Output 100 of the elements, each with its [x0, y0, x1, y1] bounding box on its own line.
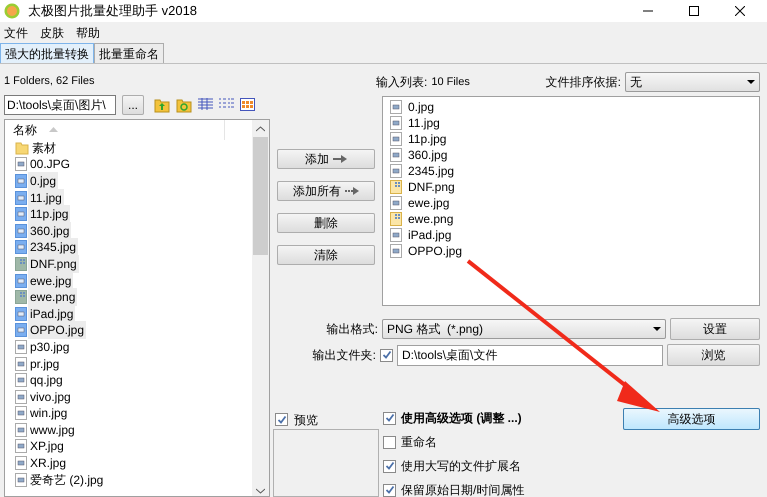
- file-name: 11.jpg: [28, 188, 64, 207]
- file-name: OPPO.jpg: [28, 321, 86, 340]
- output-folder-label: 输出文件夹:: [312, 347, 376, 364]
- option-label: 使用大写的文件扩展名: [401, 458, 521, 475]
- input-file-row[interactable]: 11p.jpg: [390, 131, 759, 147]
- action-button[interactable]: 添加所有: [277, 181, 375, 201]
- input-file-row[interactable]: 11.jpg: [390, 115, 759, 131]
- file-row[interactable]: 0.jpg: [5, 172, 252, 190]
- browse-folder-button[interactable]: 浏览: [667, 344, 760, 366]
- sort-label: 文件排序依据:: [546, 74, 621, 91]
- scroll-down-icon[interactable]: [256, 488, 265, 494]
- format-label: 输出格式:: [326, 321, 378, 338]
- input-file-row[interactable]: OPPO.jpg: [390, 243, 759, 259]
- option-checkbox[interactable]: [383, 412, 396, 424]
- column-header[interactable]: 名称: [13, 120, 37, 138]
- image-file-icon: [390, 148, 402, 162]
- file-row[interactable]: win.jpg: [5, 405, 252, 422]
- browse-button[interactable]: ...: [122, 94, 144, 114]
- menu-item[interactable]: 文件: [4, 24, 28, 42]
- details-view-icon[interactable]: [198, 98, 213, 111]
- option-checkbox[interactable]: [383, 460, 396, 472]
- file-name: pr.jpg: [29, 356, 60, 373]
- format-dropdown[interactable]: PNG 格式 (*.png): [382, 319, 666, 339]
- file-row[interactable]: ewe.png: [5, 288, 252, 306]
- image-file-icon: [15, 224, 27, 238]
- file-row[interactable]: XR.jpg: [5, 454, 252, 472]
- folder-up-icon[interactable]: [154, 96, 170, 112]
- preview-label: 预览: [294, 412, 318, 428]
- input-file-row[interactable]: ewe.png: [390, 211, 759, 227]
- output-folder-field[interactable]: D:\tools\桌面\文件: [397, 344, 663, 366]
- tab[interactable]: 强大的批量转换: [0, 43, 94, 63]
- image-file-icon: [15, 439, 27, 454]
- menu-item[interactable]: 帮助: [76, 24, 100, 42]
- file-row[interactable]: XP.jpg: [5, 438, 252, 455]
- file-row[interactable]: 11.jpg: [5, 189, 252, 206]
- scrollbar[interactable]: [252, 120, 269, 496]
- settings-button[interactable]: 设置: [670, 318, 760, 340]
- image-file-icon: [15, 340, 27, 354]
- input-file-row[interactable]: ewe.jpg: [390, 195, 759, 211]
- file-row[interactable]: DNF.png: [5, 256, 252, 272]
- file-name: p30.jpg: [29, 338, 70, 356]
- image-file-icon: [390, 116, 402, 130]
- scroll-up-icon[interactable]: [256, 126, 265, 132]
- image-file-icon: [390, 196, 402, 210]
- action-button[interactable]: 添加: [277, 149, 375, 169]
- file-name: 00.JPG: [29, 156, 72, 174]
- file-row[interactable]: 2345.jpg: [5, 239, 252, 256]
- path-field[interactable]: D:\tools\桌面\图片\: [4, 94, 116, 114]
- app-logo-icon: [4, 3, 20, 19]
- file-row[interactable]: qq.jpg: [5, 372, 252, 388]
- input-file-row[interactable]: 0.jpg: [390, 99, 759, 115]
- action-button[interactable]: 清除: [277, 245, 375, 265]
- file-name: XR.jpg: [29, 455, 68, 472]
- file-name: qq.jpg: [29, 372, 64, 390]
- file-row[interactable]: pr.jpg: [5, 355, 252, 372]
- input-file-row[interactable]: 360.jpg: [390, 147, 759, 163]
- image-file-icon: [390, 132, 402, 146]
- image-file-icon: [390, 164, 402, 178]
- file-name: 0.jpg: [28, 172, 58, 190]
- dropdown-caret-icon: [747, 80, 755, 84]
- image-file-icon: [15, 390, 27, 404]
- input-file-row[interactable]: iPad.jpg: [390, 227, 759, 243]
- image-file-icon: [15, 174, 27, 188]
- image-file-icon: [390, 228, 402, 242]
- thumbnail-view-icon[interactable]: [240, 98, 255, 111]
- image-file-icon: [15, 422, 27, 437]
- image-file-icon: [15, 190, 27, 205]
- file-name: win.jpg: [29, 405, 68, 422]
- output-folder-checkbox[interactable]: [380, 348, 393, 362]
- preview-checkbox[interactable]: [275, 413, 288, 426]
- file-row[interactable]: 爱奇艺 (2).jpg: [5, 471, 252, 488]
- menu-item[interactable]: 皮肤: [40, 24, 64, 42]
- file-row[interactable]: 00.JPG: [5, 156, 252, 173]
- image-file-icon: [15, 240, 27, 254]
- file-name: ewe.png: [28, 288, 78, 306]
- image-file-icon: [15, 274, 27, 288]
- file-row[interactable]: 素材: [5, 140, 252, 156]
- sort-arrow-icon: [49, 127, 58, 132]
- file-row[interactable]: OPPO.jpg: [5, 322, 252, 339]
- option-label: 保留原始日期/时间属性: [401, 482, 524, 497]
- option-label: 使用高级选项 (调整 ...): [401, 410, 522, 427]
- tab[interactable]: 批量重命名: [94, 43, 164, 63]
- image-file-icon: [15, 207, 27, 222]
- action-button[interactable]: 删除: [277, 213, 375, 233]
- option-checkbox[interactable]: [383, 436, 396, 448]
- file-row[interactable]: 11p.jpg: [5, 206, 252, 222]
- input-file-row[interactable]: DNF.png: [390, 179, 759, 195]
- file-row[interactable]: vivo.jpg: [5, 388, 252, 405]
- image-file-icon: [390, 212, 402, 226]
- file-row[interactable]: p30.jpg: [5, 338, 252, 356]
- option-checkbox[interactable]: [383, 484, 396, 496]
- file-name: 爱奇艺 (2).jpg: [29, 472, 104, 489]
- input-file-row[interactable]: 2345.jpg: [390, 163, 759, 179]
- image-file-icon: [15, 373, 27, 388]
- sort-dropdown[interactable]: 无: [625, 72, 760, 92]
- file-name: 2345.jpg: [28, 238, 78, 256]
- advanced-options-button[interactable]: 高级选项: [623, 408, 760, 430]
- folder-refresh-icon[interactable]: [176, 96, 192, 112]
- image-file-icon: [390, 100, 402, 114]
- file-row[interactable]: www.jpg: [5, 422, 252, 438]
